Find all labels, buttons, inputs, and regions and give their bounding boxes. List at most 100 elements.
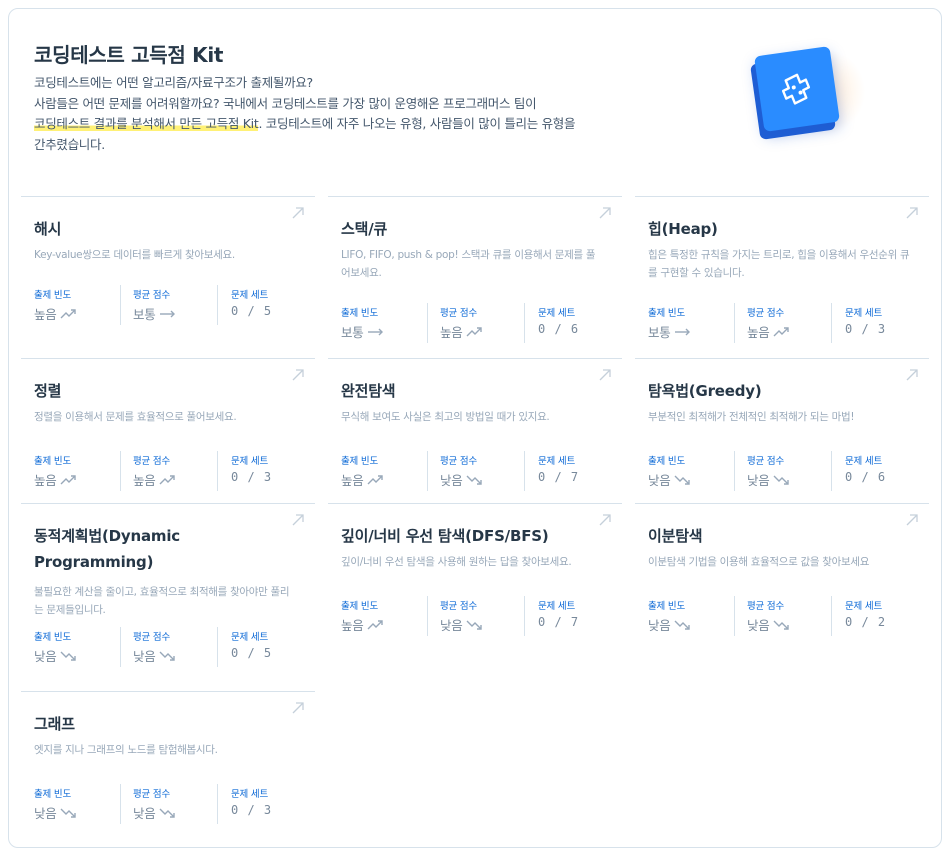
- avg-score-value: 낮음: [440, 473, 463, 488]
- card-description: LIFO, FIFO, push & pop! 스택과 큐를 이용해서 문제를 …: [341, 249, 596, 279]
- trend-up-icon: [466, 326, 482, 336]
- stat-label: 평균 점수: [747, 308, 784, 319]
- trend-flat-icon: [159, 310, 175, 317]
- card-stats: 출제 빈도 보통 평균 점수 높음 문제 세트 0 / 6: [328, 303, 622, 345]
- avg-score-value: 높음: [133, 473, 156, 488]
- stat-label: 문제 세트: [231, 456, 268, 467]
- stat-label: 평균 점수: [133, 632, 170, 643]
- trend-down-icon: [674, 620, 690, 630]
- problem-set-value: 0 / 7: [538, 470, 580, 484]
- avg-score-value: 낮음: [747, 618, 770, 633]
- kit-card[interactable]: 스택/큐 LIFO, FIFO, push & pop! 스택과 큐를 이용해서 …: [328, 196, 622, 358]
- kit-card[interactable]: 완전탐색무식해 보여도 사실은 최고의 방법일 때가 있지요. 출제 빈도높음 평균…: [328, 358, 622, 503]
- stat-label: 문제 세트: [538, 308, 575, 319]
- kit-card[interactable]: 깊이/너비 우선 탐색(DFS/BFS) 깊이/너비 우선 탐색을 사용해 원하는…: [328, 503, 622, 691]
- frequency-value: 낮음: [34, 649, 57, 664]
- card-title[interactable]: 완전탐색: [341, 378, 601, 404]
- card-stats: 출제 빈도 보통 평균 점수 높음 문제 세트 0 / 3: [635, 303, 929, 345]
- trend-down-icon: [159, 808, 175, 818]
- stat-divider: [427, 596, 428, 636]
- stat-value: 낮음: [133, 803, 176, 822]
- card-title[interactable]: 해시: [34, 216, 294, 242]
- kit-card[interactable]: 그래프 엣지를 지나 그래프의 노드를 탐험해봅시다. 출제 빈도 낮음 평균 점수 낮음…: [21, 691, 315, 841]
- kit-card[interactable]: 탐욕법(Greedy) 부분적인 최적해가 전체적인 최적해가 되는 마법! 출제 …: [635, 358, 929, 503]
- frequency-value: 낮음: [34, 806, 57, 821]
- stat-divider: [427, 303, 428, 343]
- stat-label: 출제 빈도: [34, 290, 71, 301]
- trend-down-icon: [60, 651, 76, 661]
- stat-label: 출제 빈도: [34, 632, 71, 643]
- stat-divider: [831, 596, 832, 636]
- problem-set-value: 0 / 6: [538, 322, 580, 336]
- stat-value: 높음: [133, 470, 176, 489]
- stat-divider: [734, 451, 735, 491]
- trend-up-icon: [367, 474, 383, 484]
- avg-score-value: 보통: [133, 307, 156, 322]
- stat-divider: [524, 596, 525, 636]
- stat-divider: [524, 303, 525, 343]
- stat-value: 낮음: [440, 615, 483, 634]
- stat-divider: [120, 627, 121, 667]
- kit-card[interactable]: 해시 Key-value쌍으로 데이터를 빠르게 찾아보세요. 출제 빈도 높음 평균 …: [21, 196, 315, 358]
- kit-description: 코딩테스트에는 어떤 알고리즘/자료구조가 출제될까요? 사람들은 어떤 문제를…: [34, 73, 614, 155]
- card-title[interactable]: 스택/큐: [341, 216, 601, 242]
- trend-flat-icon: [367, 328, 383, 335]
- problem-set-value: 0 / 2: [845, 615, 887, 629]
- stat-value: 높음: [341, 470, 384, 489]
- card-stats: 출제 빈도높음 평균 점수낮음 문제 세트 0 / 7: [328, 451, 622, 493]
- card-description: 무식해 보여도 사실은 최고의 방법일 때가 있지요.: [341, 411, 550, 423]
- card-description: 불필요한 계산을 줄이고, 효율적으로 최적해를 찾아야만 풀리는 문제들입니다…: [34, 586, 290, 616]
- card-title[interactable]: 정렬: [34, 378, 294, 404]
- trend-down-icon: [466, 620, 482, 630]
- frequency-value: 낮음: [648, 473, 671, 488]
- frequency-value: 높음: [34, 307, 57, 322]
- description-line: 코딩테스트에는 어떤 알고리즘/자료구조가 출제될까요?: [34, 75, 313, 90]
- stat-divider: [217, 285, 218, 325]
- stat-value: 보통: [341, 322, 384, 341]
- stat-label: 출제 빈도: [648, 308, 685, 319]
- stat-value: 높음: [341, 615, 384, 634]
- card-stats: 출제 빈도 높음 평균 점수 보통 문제 세트 0 / 5: [21, 285, 315, 327]
- card-title[interactable]: 동적계획법(Dynamic Programming): [34, 523, 294, 575]
- card-title[interactable]: 그래프: [34, 711, 294, 737]
- card-stats: 출제 빈도 낮음 평균 점수 낮음 문제 세트 0 / 3: [21, 784, 315, 826]
- stat-label: 문제 세트: [845, 601, 882, 612]
- stat-value: 낮음: [747, 615, 790, 634]
- problem-set-value: 0 / 3: [231, 470, 273, 484]
- stat-label: 출제 빈도: [341, 456, 378, 467]
- frequency-value: 보통: [341, 325, 364, 340]
- description-line: 코딩테스트 결과를 분석해서 만든 고득점 Kit. 코딩테스트에 자주 나오는…: [34, 114, 614, 135]
- stat-label: 평균 점수: [133, 789, 170, 800]
- avg-score-value: 높음: [747, 325, 770, 340]
- card-description: 부분적인 최적해가 전체적인 최적해가 되는 마법!: [648, 411, 855, 423]
- problem-set-value: 0 / 5: [231, 304, 273, 318]
- stat-divider: [831, 451, 832, 491]
- avg-score-value: 낮음: [133, 649, 156, 664]
- card-title[interactable]: 깊이/너비 우선 탐색(DFS/BFS): [341, 523, 601, 549]
- stat-label: 평균 점수: [440, 456, 477, 467]
- stat-divider: [734, 303, 735, 343]
- card-description: 깊이/너비 우선 탐색을 사용해 원하는 답을 찾아보세요.: [341, 556, 572, 568]
- stat-label: 평균 점수: [440, 601, 477, 612]
- kit-card[interactable]: 힙(Heap) 힙은 특정한 규칙을 가지는 트리로, 힙을 이용해서 우선순위 …: [635, 196, 929, 358]
- puzzle-book-icon: [781, 73, 811, 105]
- problem-set-value: 0 / 6: [845, 470, 887, 484]
- kit-logo: [747, 41, 867, 141]
- stat-label: 문제 세트: [538, 456, 575, 467]
- card-title[interactable]: 이분탐색: [648, 523, 908, 549]
- kit-card[interactable]: 동적계획법(Dynamic Programming) 불필요한 계산을 줄이고, …: [21, 503, 315, 691]
- stat-label: 평균 점수: [747, 456, 784, 467]
- stat-divider: [217, 451, 218, 491]
- card-title[interactable]: 힙(Heap): [648, 216, 908, 242]
- problem-set-value: 0 / 3: [845, 322, 887, 336]
- avg-score-value: 낮음: [133, 806, 156, 821]
- stat-divider: [217, 627, 218, 667]
- card-stats: 출제 빈도 낮음 평균 점수 낮음 문제 세트 0 / 6: [635, 451, 929, 493]
- stat-divider: [734, 596, 735, 636]
- kit-card[interactable]: 이분탐색 이분탐색 기법을 이용해 효율적으로 값을 찾아보세요 출제 빈도 낮음 평균…: [635, 503, 929, 691]
- card-title[interactable]: 탐욕법(Greedy): [648, 378, 908, 404]
- stat-value: 높음: [34, 304, 77, 323]
- stat-divider: [427, 451, 428, 491]
- kit-card[interactable]: 정렬 정렬을 이용해서 문제를 효율적으로 풀어보세요. 출제 빈도 높음 평균 점수 높…: [21, 358, 315, 503]
- stat-label: 출제 빈도: [648, 456, 685, 467]
